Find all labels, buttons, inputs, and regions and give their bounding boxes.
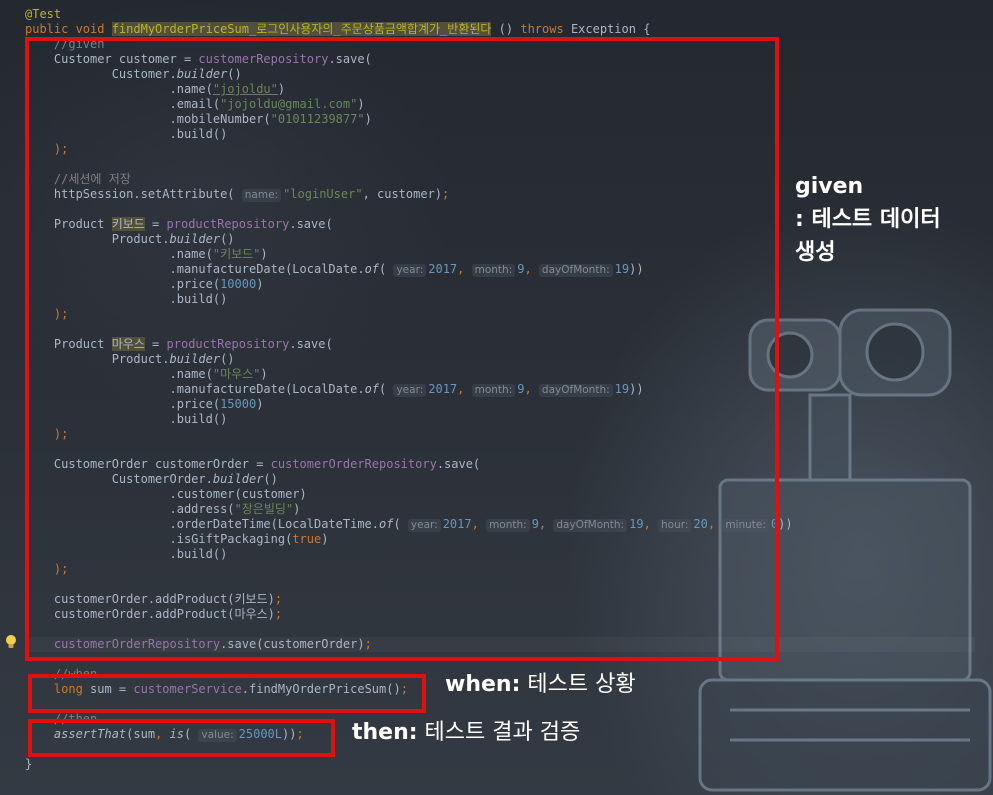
- code-token: findMyOrderPriceSum_로그인사용자의_주문상품금액합계가_반환…: [111, 22, 492, 36]
- code-token: }: [25, 757, 33, 771]
- code-token: @Test: [25, 7, 62, 21]
- code-token: throws: [520, 22, 564, 36]
- code-token: Exception {: [563, 22, 651, 36]
- code-token: )): [778, 517, 793, 531]
- code-line[interactable]: @Test: [25, 7, 975, 22]
- given-desc-2: 생성: [795, 240, 836, 265]
- then-label: then: 테스트 결과 검증: [352, 716, 580, 749]
- when-title: when:: [445, 672, 521, 697]
- given-desc-1: : 테스트 데이터: [795, 207, 941, 232]
- code-line[interactable]: }: [25, 757, 975, 772]
- then-highlight-box: [28, 719, 335, 757]
- lightbulb-icon[interactable]: [4, 634, 18, 650]
- given-title: given: [795, 174, 864, 199]
- then-desc: 테스트 결과 검증: [417, 720, 581, 745]
- code-line[interactable]: public void findMyOrderPriceSum_로그인사용자의_…: [25, 22, 975, 37]
- given-highlight-box: [25, 37, 779, 661]
- when-highlight-box: [28, 674, 426, 713]
- when-label: when: 테스트 상황: [445, 668, 636, 701]
- when-desc: 테스트 상황: [520, 672, 636, 697]
- code-token: public void: [25, 22, 112, 36]
- then-title: then:: [352, 720, 418, 745]
- code-token: (): [491, 22, 521, 36]
- given-label: given : 테스트 데이터 생성: [795, 170, 941, 269]
